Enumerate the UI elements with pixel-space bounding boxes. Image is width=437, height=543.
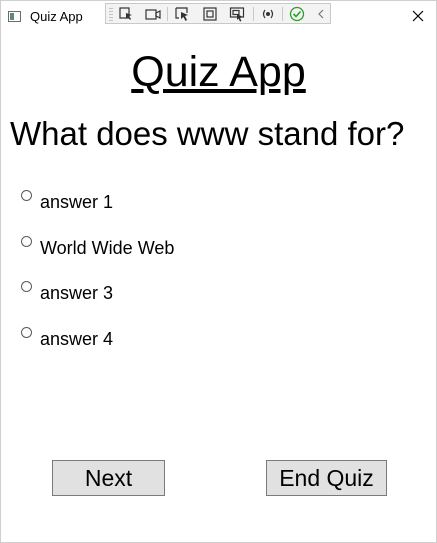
quiz-content: Quiz App What does www stand for? answer… — [1, 31, 436, 542]
app-window-icon — [8, 11, 21, 22]
highlight-icon[interactable] — [200, 5, 220, 22]
answer-option-2[interactable]: World Wide Web — [21, 236, 321, 260]
window-title: Quiz App — [30, 9, 83, 24]
answer-label[interactable]: answer 4 — [40, 328, 113, 350]
answer-option-1[interactable]: answer 1 — [21, 190, 321, 214]
debug-toolbar — [105, 3, 331, 24]
title-bar: Quiz App — [1, 1, 436, 31]
answer-option-4[interactable]: answer 4 — [21, 327, 321, 351]
pointer-select-icon[interactable] — [172, 5, 192, 22]
record-icon[interactable] — [143, 5, 163, 22]
toolbar-separator — [253, 7, 254, 21]
next-button[interactable]: Next — [52, 460, 165, 496]
radio-button[interactable] — [21, 236, 32, 247]
select-element-icon[interactable] — [116, 5, 136, 22]
track-focus-icon[interactable] — [227, 5, 247, 22]
answer-label[interactable]: answer 1 — [40, 191, 113, 213]
radio-button[interactable] — [21, 281, 32, 292]
collapse-icon[interactable] — [311, 5, 331, 22]
question-text: What does www stand for? — [10, 115, 405, 152]
end-quiz-button[interactable]: End Quiz — [266, 460, 387, 496]
toolbar-separator — [282, 7, 283, 21]
answer-option-3[interactable]: answer 3 — [21, 281, 321, 305]
toolbar-separator — [167, 7, 168, 21]
binding-icon[interactable] — [258, 5, 278, 22]
toolbar-grip-icon[interactable] — [109, 7, 113, 21]
check-icon[interactable] — [287, 5, 307, 22]
radio-button[interactable] — [21, 327, 32, 338]
answer-label[interactable]: answer 3 — [40, 282, 113, 304]
close-icon[interactable] — [410, 8, 426, 24]
quiz-app-window: Quiz App Quiz App What does www stand fo… — [0, 0, 437, 543]
radio-button[interactable] — [21, 190, 32, 201]
answer-label[interactable]: World Wide Web — [40, 237, 174, 259]
page-title: Quiz App — [131, 48, 306, 96]
